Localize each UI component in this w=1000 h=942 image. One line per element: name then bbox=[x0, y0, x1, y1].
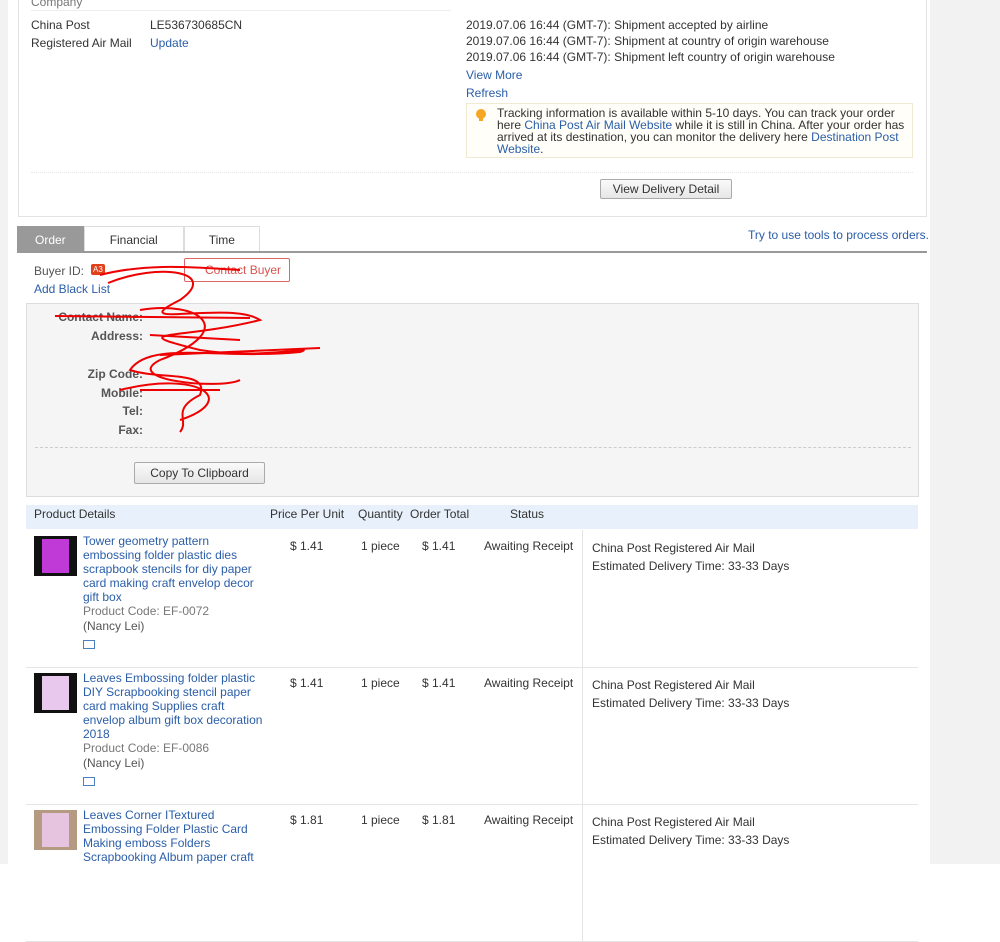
product-table-header: Product Details Price Per Unit Quantity … bbox=[26, 505, 918, 529]
product-code: Product Code: EF-0072 bbox=[83, 604, 210, 618]
estimated-delivery: Estimated Delivery Time: 33-33 Days bbox=[592, 833, 790, 847]
quantity: 1 piece bbox=[361, 539, 400, 553]
status: Awaiting Receipt bbox=[484, 539, 574, 553]
header-status: Status bbox=[510, 507, 545, 521]
product-code: Product Code: EF-0086 bbox=[83, 741, 210, 755]
product-title-link[interactable]: Leaves Corner ITextured Embossing Folder… bbox=[83, 808, 263, 864]
status: Awaiting Receipt bbox=[484, 676, 574, 690]
table-row: Tower geometry pattern embossing folder … bbox=[26, 530, 918, 668]
truck-icon[interactable] bbox=[83, 640, 95, 649]
shipping-method: China Post Registered Air Mail bbox=[592, 678, 755, 692]
product-title-link[interactable]: Leaves Embossing folder plastic DIY Scra… bbox=[83, 671, 263, 741]
column-divider bbox=[582, 530, 583, 667]
order-total: $ 1.41 bbox=[422, 676, 456, 690]
truck-icon[interactable] bbox=[83, 777, 95, 786]
header-price: Price Per Unit bbox=[270, 507, 345, 521]
estimated-delivery: Estimated Delivery Time: 33-33 Days bbox=[592, 696, 790, 710]
order-total: $ 1.41 bbox=[422, 539, 456, 553]
status: Awaiting Receipt bbox=[484, 813, 574, 827]
estimated-delivery: Estimated Delivery Time: 33-33 Days bbox=[592, 559, 790, 573]
price-per-unit: $ 1.81 bbox=[290, 813, 324, 827]
column-divider bbox=[582, 804, 583, 941]
seller-name: (Nancy Lei) bbox=[83, 756, 145, 770]
column-divider bbox=[582, 667, 583, 804]
quantity: 1 piece bbox=[361, 813, 400, 827]
header-quantity: Quantity bbox=[358, 507, 403, 521]
table-row: Leaves Embossing folder plastic DIY Scra… bbox=[26, 667, 918, 805]
product-thumbnail[interactable] bbox=[34, 673, 77, 713]
product-image bbox=[42, 813, 69, 847]
header-order-total: Order Total bbox=[410, 507, 470, 521]
order-total: $ 1.81 bbox=[422, 813, 456, 827]
price-per-unit: $ 1.41 bbox=[290, 676, 324, 690]
product-title-link[interactable]: Tower geometry pattern embossing folder … bbox=[83, 534, 263, 604]
product-image bbox=[42, 539, 69, 573]
seller-name: (Nancy Lei) bbox=[83, 619, 145, 633]
header-product-details: Product Details bbox=[34, 507, 116, 521]
table-row: Leaves Corner ITextured Embossing Folder… bbox=[26, 804, 918, 942]
price-per-unit: $ 1.41 bbox=[290, 539, 324, 553]
shipping-method: China Post Registered Air Mail bbox=[592, 541, 755, 555]
product-image bbox=[42, 676, 69, 710]
product-thumbnail[interactable] bbox=[34, 536, 77, 576]
product-thumbnail[interactable] bbox=[34, 810, 77, 850]
shipping-method: China Post Registered Air Mail bbox=[592, 815, 755, 829]
quantity: 1 piece bbox=[361, 676, 400, 690]
